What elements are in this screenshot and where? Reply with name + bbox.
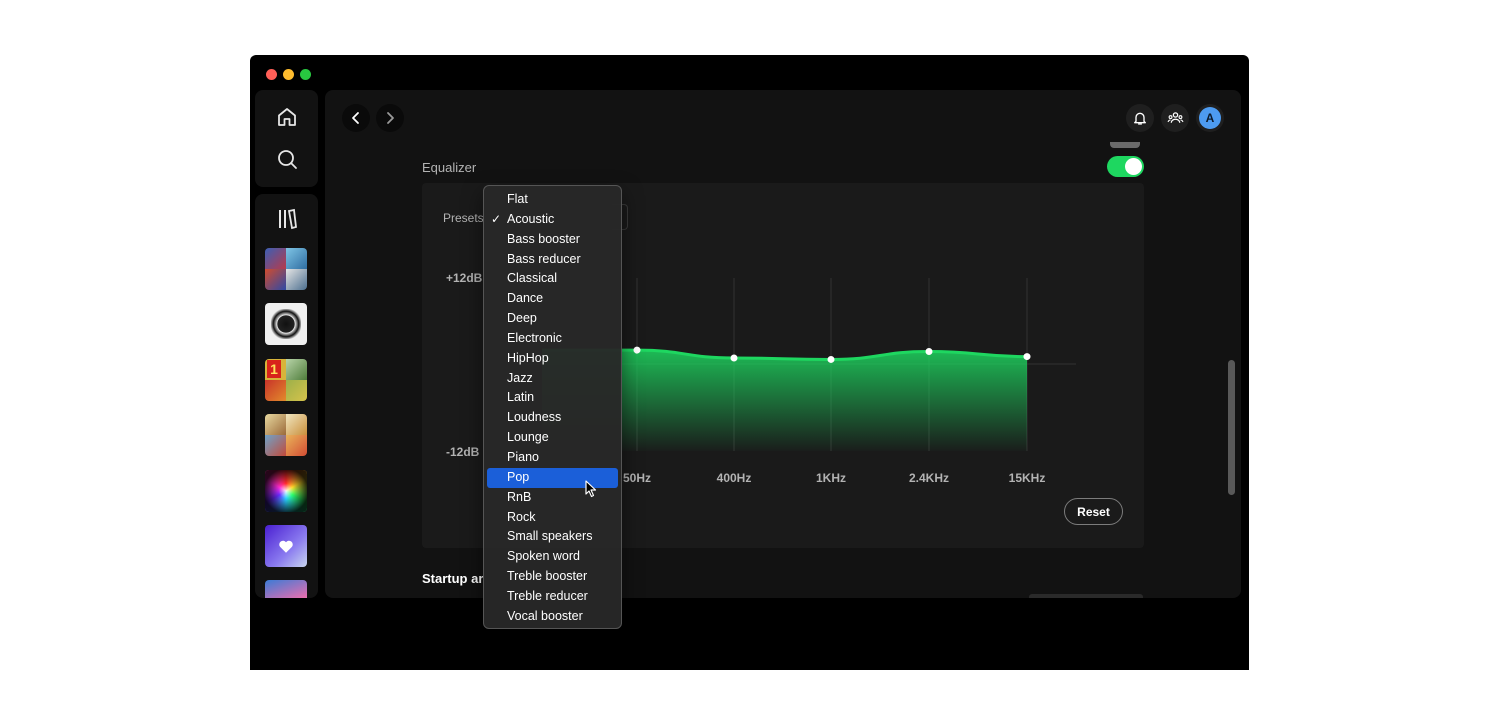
- freq-label: 2.4KHz: [908, 471, 950, 485]
- preset-option[interactable]: Rock: [487, 508, 618, 528]
- preset-option[interactable]: HipHop: [487, 349, 618, 369]
- preset-option-label: Loudness: [507, 410, 562, 425]
- preset-option[interactable]: Loudness: [487, 408, 618, 428]
- preset-option-label: Rock: [507, 509, 536, 524]
- app-window: 1 A Equalizer Presets +12dB -12dB 50Hz 4…: [250, 55, 1249, 670]
- preset-option[interactable]: Small speakers: [487, 527, 618, 547]
- preset-option-label: Lounge: [507, 430, 549, 445]
- preset-option[interactable]: Dance: [487, 289, 618, 309]
- playlist-cover[interactable]: [265, 248, 307, 290]
- preset-option[interactable]: ✓ Acoustic: [487, 210, 618, 230]
- startup-section-title: Startup ar: [422, 571, 484, 586]
- toggle-knob: [1125, 158, 1142, 175]
- maximize-window-button[interactable]: [300, 69, 311, 80]
- preset-option[interactable]: Piano: [487, 448, 618, 468]
- freq-label: 1KHz: [815, 471, 847, 485]
- preset-option-label: Piano: [507, 449, 539, 464]
- db-max-label: +12dB: [446, 271, 483, 285]
- playlist-cover[interactable]: [265, 414, 307, 456]
- preset-option-label: Flat: [507, 192, 528, 206]
- preset-option[interactable]: Electronic: [487, 329, 618, 349]
- minimize-window-button[interactable]: [283, 69, 294, 80]
- preset-option-label: Jazz: [507, 370, 533, 385]
- freq-label: 400Hz: [716, 471, 752, 485]
- preset-option[interactable]: Flat: [487, 190, 618, 210]
- equalizer-title: Equalizer: [422, 160, 477, 175]
- preset-option[interactable]: Vocal booster: [487, 607, 618, 627]
- mouse-cursor-icon: [585, 480, 597, 498]
- select-edge: [1029, 594, 1143, 598]
- preset-option-label: Pop: [507, 469, 530, 484]
- preset-option[interactable]: Bass reducer: [487, 250, 618, 270]
- eq-band-handle[interactable]: [925, 348, 933, 356]
- preset-option[interactable]: Classical: [487, 269, 618, 289]
- close-window-button[interactable]: [266, 69, 277, 80]
- playlist-cover[interactable]: [265, 470, 307, 512]
- preset-option[interactable]: Deep: [487, 309, 618, 329]
- preset-option-label: Classical: [507, 271, 558, 286]
- preset-option-label: Spoken word: [507, 549, 580, 564]
- preset-option-label: Vocal booster: [507, 608, 583, 623]
- traffic-lights: [266, 69, 311, 80]
- notifications-button[interactable]: [1126, 104, 1154, 132]
- library-panel: 1: [255, 194, 318, 598]
- eq-band-handle[interactable]: [1023, 353, 1031, 361]
- back-button[interactable]: [342, 104, 370, 132]
- preset-option-label: HipHop: [507, 350, 549, 365]
- friends-icon: [1167, 111, 1183, 123]
- preset-option-label: Bass reducer: [507, 251, 581, 266]
- preset-option-label: Dance: [507, 291, 544, 306]
- equalizer-toggle[interactable]: [1107, 156, 1144, 177]
- preset-option[interactable]: Jazz: [487, 369, 618, 389]
- preset-option-label: Electronic: [507, 330, 562, 345]
- eq-band-handle[interactable]: [633, 346, 641, 354]
- preset-option[interactable]: Treble booster: [487, 567, 618, 587]
- number-one-badge: 1: [267, 360, 281, 378]
- chevron-left-icon: [352, 112, 359, 124]
- home-icon[interactable]: [275, 105, 299, 129]
- freq-label: 50Hz: [622, 471, 652, 485]
- heart-icon: [279, 540, 293, 553]
- preset-option[interactable]: Treble reducer: [487, 587, 618, 607]
- playlist-cover[interactable]: [265, 580, 307, 598]
- search-icon[interactable]: [275, 147, 299, 171]
- playlist-cover[interactable]: [265, 303, 307, 345]
- settings-panel: A Equalizer Presets +12dB -12dB 50Hz 400…: [325, 90, 1241, 598]
- previous-toggle-edge: [1110, 142, 1140, 148]
- presets-dropdown-menu: Flat ✓ Acoustic Bass booster Bass reducer Cla…: [483, 185, 622, 629]
- eq-band-handle[interactable]: [827, 355, 835, 363]
- nav-panel: [255, 90, 318, 187]
- preset-option-label: Acoustic: [507, 211, 555, 226]
- preset-option[interactable]: Latin: [487, 388, 618, 408]
- liked-songs-cover[interactable]: [265, 525, 307, 567]
- preset-option-label: RnB: [507, 489, 532, 504]
- eq-band-handle[interactable]: [730, 354, 738, 362]
- preset-option-label: Deep: [507, 311, 537, 326]
- scrollbar[interactable]: [1228, 360, 1235, 495]
- preset-option-label: Small speakers: [507, 529, 593, 544]
- freq-label: 15KHz: [1008, 471, 1046, 485]
- library-icon[interactable]: [275, 207, 299, 231]
- forward-button[interactable]: [376, 104, 404, 132]
- db-min-label: -12dB: [446, 445, 480, 459]
- avatar: A: [1199, 107, 1221, 129]
- preset-option[interactable]: Bass booster: [487, 230, 618, 250]
- preset-option[interactable]: Lounge: [487, 428, 618, 448]
- preset-option[interactable]: RnB: [487, 488, 618, 508]
- bell-icon: [1134, 112, 1146, 125]
- preset-option[interactable]: Spoken word: [487, 547, 618, 567]
- playlist-cover[interactable]: 1: [265, 359, 307, 401]
- preset-option-label: Bass booster: [507, 231, 580, 246]
- checkmark-icon: ✓: [491, 211, 502, 226]
- preset-option-label: Latin: [507, 390, 535, 405]
- preset-option-label: Treble reducer: [507, 588, 588, 603]
- preset-option[interactable]: Pop: [487, 467, 618, 488]
- preset-option-label: Treble booster: [507, 569, 588, 584]
- reset-button[interactable]: Reset: [1064, 498, 1123, 525]
- friend-activity-button[interactable]: [1161, 104, 1189, 132]
- profile-button[interactable]: A: [1196, 104, 1224, 132]
- chevron-right-icon: [387, 112, 394, 124]
